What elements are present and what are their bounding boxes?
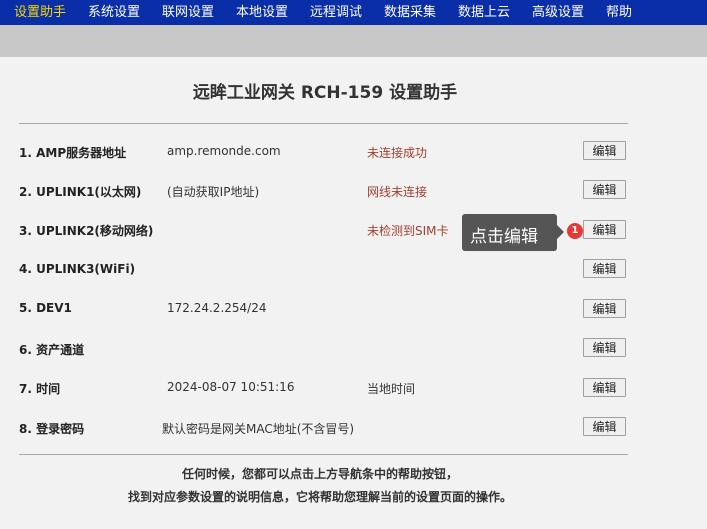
nav-item-data-cloud[interactable]: 数据上云 <box>458 0 510 25</box>
row-status: 当地时间 <box>367 382 416 396</box>
row-status: 网线未连接 <box>367 185 428 199</box>
row-value: 默认密码是网关MAC地址(不含冒号) <box>162 422 355 436</box>
edit-button-dev1[interactable]: 编辑 <box>583 299 626 318</box>
row-status: 未连接成功 <box>367 146 428 160</box>
nav-item-system-settings[interactable]: 系统设置 <box>88 0 140 25</box>
secondary-toolbar <box>0 25 707 57</box>
row-label: 3. UPLINK2(移动网络) <box>19 224 154 238</box>
row-value: 2024-08-07 10:51:16 <box>167 380 295 394</box>
edit-button-uplink3[interactable]: 编辑 <box>583 259 626 278</box>
row-label: 2. UPLINK1(以太网) <box>19 185 142 199</box>
nav-item-help[interactable]: 帮助 <box>606 0 632 25</box>
edit-button-time[interactable]: 编辑 <box>583 378 626 397</box>
row-value: 172.24.2.254/24 <box>167 301 267 315</box>
edit-button-uplink2[interactable]: 编辑 <box>583 220 626 239</box>
page-title: 远眸工业网关 RCH-159 设置助手 <box>192 83 458 103</box>
top-navigation-bar: 设置助手 系统设置 联网设置 本地设置 远程调试 数据采集 数据上云 高级设置 … <box>0 0 707 25</box>
footer-help-line-2: 找到对应参数设置的说明信息，它将帮助您理解当前的设置页面的操作。 <box>127 490 512 504</box>
edit-button-asset-channel[interactable]: 编辑 <box>583 338 626 357</box>
nav-item-remote-debug[interactable]: 远程调试 <box>310 0 362 25</box>
row-label: 4. UPLINK3(WiFi) <box>19 262 136 276</box>
row-label: 7. 时间 <box>19 382 61 396</box>
row-value: (自动获取IP地址) <box>167 185 260 199</box>
footer-help-line-1: 任何时候，您都可以点击上方导航条中的帮助按钮， <box>181 467 458 481</box>
row-label: 1. AMP服务器地址 <box>19 146 127 160</box>
edit-button-amp-server[interactable]: 编辑 <box>583 141 626 160</box>
bottom-divider <box>19 454 628 455</box>
nav-item-network-settings[interactable]: 联网设置 <box>162 0 214 25</box>
row-status: 未检测到SIM卡 <box>367 224 449 238</box>
tooltip-text: 点击编辑 <box>470 227 538 247</box>
nav-item-local-settings[interactable]: 本地设置 <box>236 0 288 25</box>
edit-button-uplink1[interactable]: 编辑 <box>583 180 626 199</box>
row-label: 5. DEV1 <box>19 301 72 315</box>
row-label: 6. 资产通道 <box>19 343 85 357</box>
step-badge: 1 <box>567 223 583 239</box>
tooltip-arrow <box>557 225 564 239</box>
edit-tooltip: 点击编辑 <box>462 214 557 251</box>
nav-item-setup-wizard[interactable]: 设置助手 <box>14 0 66 25</box>
row-value: amp.remonde.com <box>167 144 281 158</box>
top-divider <box>19 123 628 124</box>
nav-item-data-collection[interactable]: 数据采集 <box>384 0 436 25</box>
edit-button-login-password[interactable]: 编辑 <box>583 417 626 436</box>
row-label: 8. 登录密码 <box>19 422 85 436</box>
nav-item-advanced-settings[interactable]: 高级设置 <box>532 0 584 25</box>
